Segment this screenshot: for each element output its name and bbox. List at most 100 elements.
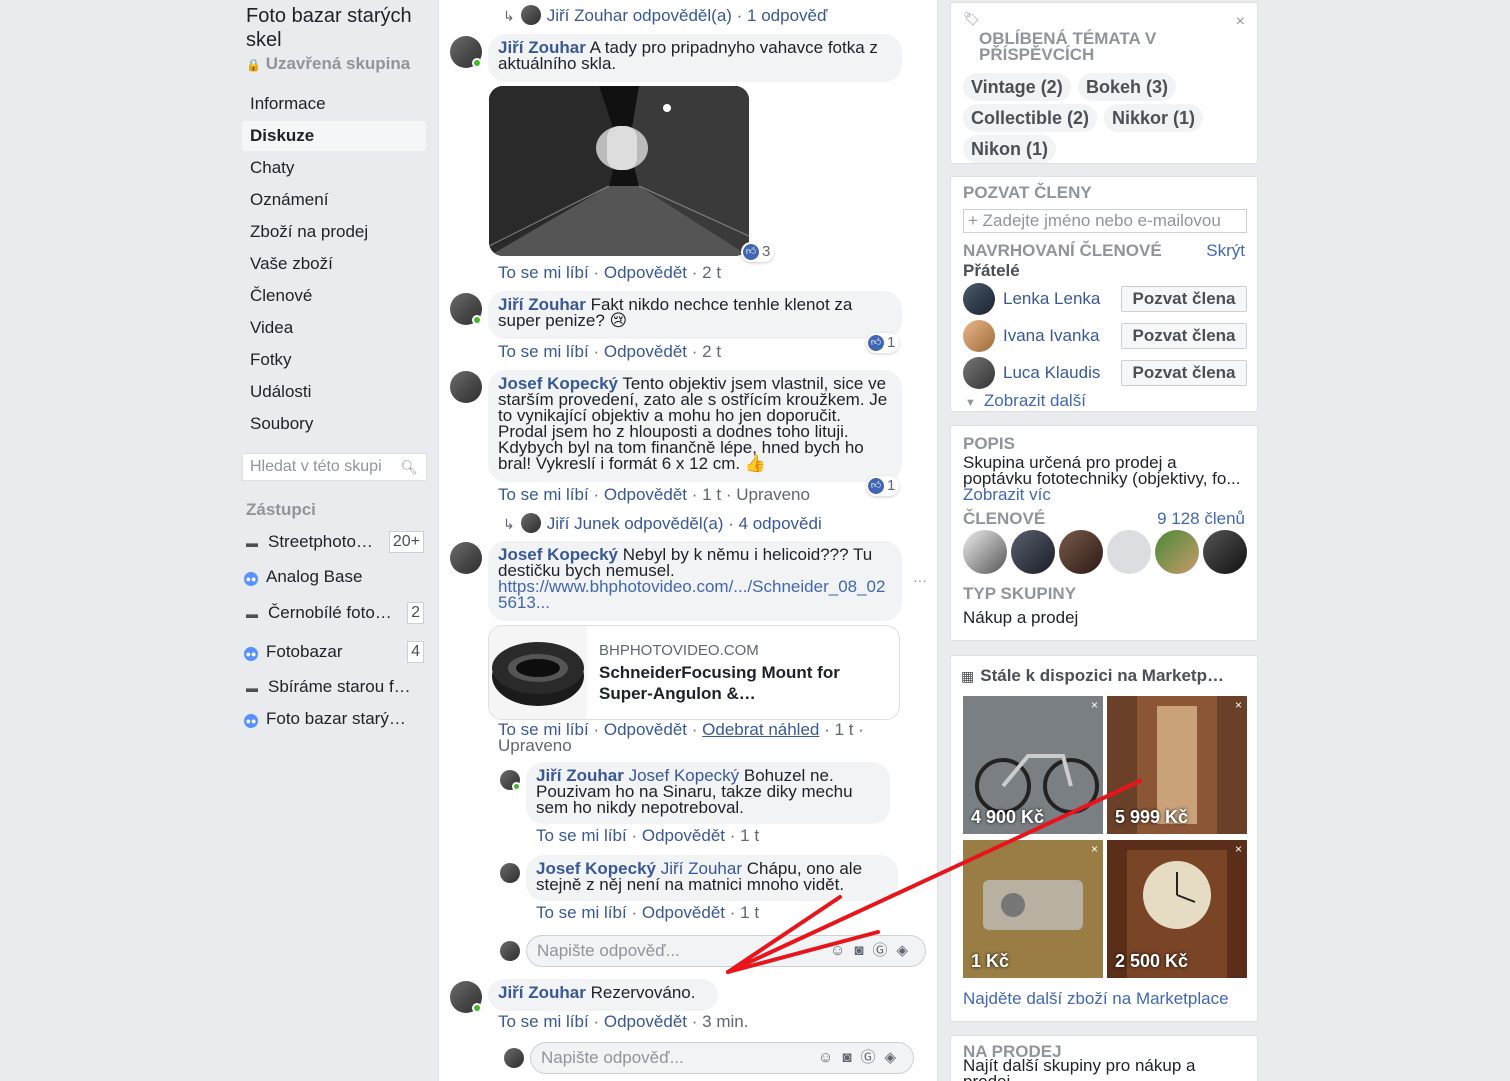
show-more-link[interactable]: ▼ Zobrazit další	[965, 391, 1086, 411]
member-avatar[interactable]	[1155, 530, 1199, 574]
close-icon[interactable]: ×	[1236, 13, 1245, 31]
reaction-count[interactable]: 👍︎ 3	[741, 242, 775, 262]
nav-udalosti[interactable]: Události	[242, 377, 426, 407]
marketplace-item[interactable]: × 5 999 Kč	[1107, 696, 1247, 834]
view-replies-link[interactable]: ↳ Jiří Zouhar odpověděl(a) · 1 odpověď	[503, 5, 827, 26]
comment-time[interactable]: 1 t	[835, 720, 854, 739]
reply-button[interactable]: Odpovědět	[604, 342, 687, 361]
suggested-member-name[interactable]: Ivana Ivanka	[1003, 326, 1099, 346]
camera-icon[interactable]: ◙	[854, 942, 872, 959]
gif-icon[interactable]: Ⓖ	[872, 942, 896, 959]
like-button[interactable]: To se mi líbí	[536, 826, 627, 845]
comment-time[interactable]: 2 t	[702, 263, 721, 282]
member-avatar[interactable]	[963, 530, 1007, 574]
avatar[interactable]	[963, 357, 995, 389]
nav-fotky[interactable]: Fotky	[242, 345, 426, 375]
nav-diskuze[interactable]: Diskuze	[242, 121, 426, 151]
nav-soubory[interactable]: Soubory	[242, 409, 426, 439]
reaction-count[interactable]: 👍︎ 1	[866, 476, 900, 496]
reply-button[interactable]: Odpovědět	[642, 826, 725, 845]
comment-time[interactable]: 2 t	[702, 342, 721, 361]
invite-member-button[interactable]: Pozvat člena	[1121, 360, 1247, 386]
close-icon[interactable]: ×	[1235, 698, 1242, 712]
reaction-count[interactable]: 👍︎ 1	[866, 333, 900, 353]
comment-photo[interactable]	[489, 86, 749, 256]
nav-informace[interactable]: Informace	[242, 89, 426, 119]
remove-preview-button[interactable]: Odebrat náhled	[702, 720, 819, 739]
shortcut-item[interactable]: ●● Fotobazar 4	[244, 637, 428, 667]
avatar[interactable]	[450, 371, 482, 403]
topic-chip[interactable]: Collectible (2)	[963, 104, 1098, 132]
invite-member-button[interactable]: Pozvat člena	[1121, 286, 1247, 312]
avatar[interactable]	[963, 320, 995, 352]
like-button[interactable]: To se mi líbí	[498, 485, 589, 504]
marketplace-more-link[interactable]: Najděte další zboží na Marketplace	[963, 989, 1229, 1009]
nav-oznameni[interactable]: Oznámení	[242, 185, 426, 215]
shortcut-item[interactable]: ●● Analog Base	[244, 562, 428, 592]
suggested-member-name[interactable]: Lenka Lenka	[1003, 289, 1100, 309]
reply-input[interactable]: Napište odpověď... ☺◙Ⓖ◈	[526, 935, 926, 967]
shortcut-item[interactable]: ●● Foto bazar starý…	[244, 704, 428, 734]
nav-videa[interactable]: Videa	[242, 313, 426, 343]
suggested-member-name[interactable]: Luca Klaudis	[1003, 363, 1100, 383]
member-avatar[interactable]	[1011, 530, 1055, 574]
reply-input[interactable]: Napište odpověď... ☺◙Ⓖ◈	[530, 1042, 914, 1074]
close-icon[interactable]: ×	[1091, 698, 1098, 712]
member-avatar[interactable]	[1107, 530, 1151, 574]
nav-clenove[interactable]: Členové	[242, 281, 426, 311]
see-more-link[interactable]: Zobrazit víc	[963, 485, 1051, 504]
edited-label[interactable]: Upraveno	[736, 485, 810, 504]
topic-chip[interactable]: Bokeh (3)	[1078, 73, 1177, 101]
reply-button[interactable]: Odpovědět	[604, 1012, 687, 1031]
like-button[interactable]: To se mi líbí	[498, 342, 589, 361]
reply-button[interactable]: Odpovědět	[642, 903, 725, 922]
shortcut-item[interactable]: ▬ Streetphoto… 20+	[244, 527, 428, 557]
link-preview-card[interactable]: BHPHOTOVIDEO.COM SchneiderFocusing Mount…	[488, 625, 900, 720]
comment-time[interactable]: 1 t	[740, 826, 759, 845]
shortcut-item[interactable]: ▬ Sbíráme starou f…	[244, 672, 428, 702]
like-button[interactable]: To se mi líbí	[498, 1012, 589, 1031]
topic-chip[interactable]: Nikon (1)	[963, 135, 1057, 163]
invite-member-button[interactable]: Pozvat člena	[1121, 323, 1247, 349]
comment-author[interactable]: Jiří Zouhar	[498, 983, 586, 1002]
view-replies-link[interactable]: ↳ Jiří Junek odpověděl(a) · 4 odpovědi	[503, 513, 822, 534]
shortcut-item[interactable]: ▬ Černobílé foto… 2	[244, 598, 428, 628]
edited-label[interactable]: Upraveno	[498, 736, 572, 755]
gif-icon[interactable]: Ⓖ	[860, 1049, 884, 1066]
avatar[interactable]	[500, 863, 520, 883]
like-button[interactable]: To se mi líbí	[536, 903, 627, 922]
camera-icon[interactable]: ◙	[842, 1049, 860, 1066]
topic-chip[interactable]: Vintage (2)	[963, 73, 1071, 101]
invite-input[interactable]: + Zadejte jméno nebo e-mailovou	[963, 209, 1247, 233]
close-icon[interactable]: ×	[1235, 842, 1242, 856]
group-title[interactable]: Foto bazar starých skel	[246, 4, 426, 52]
comment-link[interactable]: https://www.bhphotovideo.com/.../Schneid…	[498, 577, 885, 612]
reply-button[interactable]: Odpovědět	[604, 720, 687, 739]
avatar[interactable]	[450, 542, 482, 574]
nav-vase-zbozi[interactable]: Vaše zboží	[242, 249, 426, 279]
hide-suggestions-link[interactable]: Skrýt	[1206, 241, 1245, 261]
close-icon[interactable]: ×	[1091, 842, 1098, 856]
member-avatar[interactable]	[1059, 530, 1103, 574]
emoji-icon[interactable]: ☺	[830, 942, 854, 959]
nav-chaty[interactable]: Chaty	[242, 153, 426, 183]
comment-time[interactable]: 1 t	[740, 903, 759, 922]
like-button[interactable]: To se mi líbí	[498, 263, 589, 282]
comment-time[interactable]: 1 t	[702, 485, 721, 504]
sticker-icon[interactable]: ◈	[884, 1049, 905, 1066]
marketplace-item[interactable]: × 4 900 Kč	[963, 696, 1103, 834]
members-count-link[interactable]: 9 128 členů	[1157, 509, 1245, 529]
avatar[interactable]	[963, 283, 995, 315]
comment-time[interactable]: 3 min.	[702, 1012, 748, 1031]
sticker-icon[interactable]: ◈	[896, 942, 917, 959]
reply-button[interactable]: Odpovědět	[604, 485, 687, 504]
topic-chip[interactable]: Nikkor (1)	[1104, 104, 1204, 132]
marketplace-item[interactable]: × 2 500 Kč	[1107, 840, 1247, 978]
nav-zbozi-na-prodej[interactable]: Zboží na prodej	[242, 217, 426, 247]
member-avatar[interactable]	[1203, 530, 1247, 574]
marketplace-item[interactable]: × 1 Kč	[963, 840, 1103, 978]
more-options-icon[interactable]: ···	[913, 572, 927, 588]
search-icon[interactable]: 🔍︎	[400, 454, 418, 480]
emoji-icon[interactable]: ☺	[818, 1049, 842, 1066]
reply-button[interactable]: Odpovědět	[604, 263, 687, 282]
